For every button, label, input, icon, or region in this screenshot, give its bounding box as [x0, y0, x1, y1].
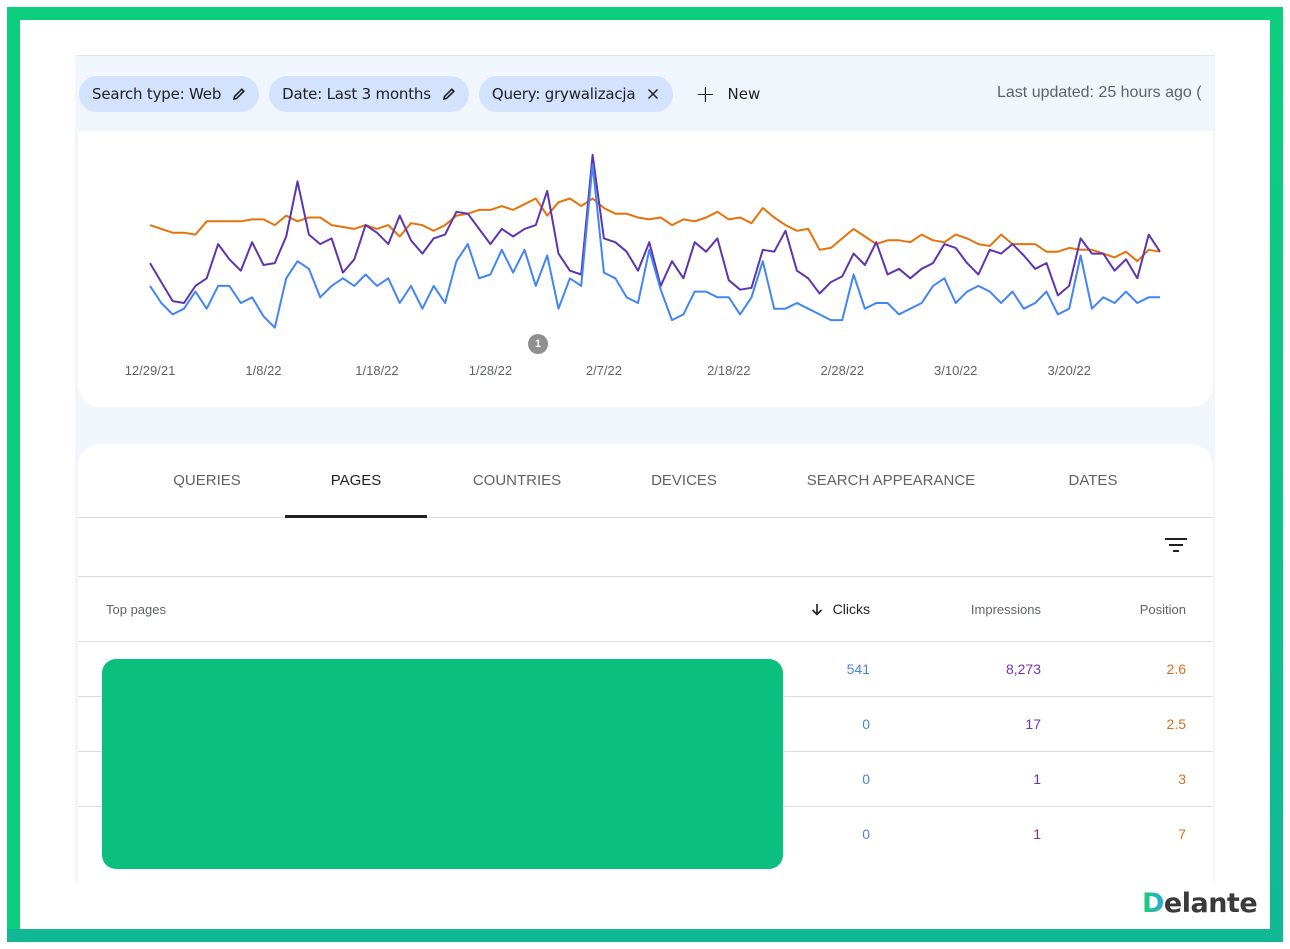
redaction-overlay — [102, 659, 783, 869]
x-tick-label: 1/18/22 — [355, 363, 399, 378]
x-tick-label: 3/20/22 — [1047, 363, 1091, 378]
chip-label: Date: Last 3 months — [282, 85, 431, 103]
column-header-top-pages[interactable]: Top pages — [106, 577, 166, 641]
tab-devices[interactable]: DEVICES — [618, 444, 750, 517]
annotation-marker[interactable]: 1 — [528, 334, 548, 354]
x-tick-label: 1/8/22 — [245, 363, 282, 378]
column-header-position[interactable]: Position — [1140, 577, 1186, 641]
position-value: 3 — [1178, 771, 1186, 787]
plus-icon: + — [695, 80, 716, 108]
clicks-value: 0 — [862, 771, 870, 787]
chip-label: Query: grywalizacja — [491, 85, 636, 103]
x-tick-label: 12/29/21 — [124, 363, 176, 378]
series-line-impressions[interactable] — [149, 153, 1161, 304]
last-updated-text: Last updated: 25 hours ago ( — [997, 84, 1202, 101]
tab-queries[interactable]: QUERIES — [133, 444, 281, 517]
x-tick-label: 2/7/22 — [585, 363, 622, 378]
x-tick-label: 2/28/22 — [820, 363, 864, 378]
close-icon[interactable] — [645, 86, 661, 102]
chip-label: Search type: Web — [92, 85, 222, 103]
impressions-value: 1 — [1033, 771, 1041, 787]
filter-chip-date[interactable]: Date: Last 3 months — [269, 76, 469, 112]
impressions-value: 1 — [1033, 826, 1041, 842]
tab-dates[interactable]: DATES — [1033, 444, 1153, 517]
impressions-value: 17 — [1025, 716, 1041, 732]
x-tick-label: 3/10/22 — [934, 363, 978, 378]
series-line-clicks[interactable] — [149, 163, 1160, 329]
dimension-tabs: QUERIES PAGES COUNTRIES DEVICES SEARCH A… — [78, 444, 1213, 518]
clicks-value: 0 — [862, 826, 870, 842]
clicks-value: 541 — [846, 661, 870, 677]
tab-pages[interactable]: PAGES — [285, 444, 427, 518]
pencil-icon[interactable] — [441, 86, 457, 102]
filter-icon[interactable] — [1165, 536, 1187, 554]
clicks-value: 0 — [862, 716, 870, 732]
table-header: Top pages Clicks Impressions Position — [78, 577, 1213, 642]
frame-edge — [7, 929, 1283, 942]
pencil-icon[interactable] — [231, 86, 247, 102]
series-line-position[interactable] — [149, 197, 1161, 263]
logo-text: elante — [1163, 888, 1258, 919]
x-tick-label: 2/18/22 — [707, 363, 751, 378]
new-filter-button[interactable]: + New — [695, 82, 760, 106]
performance-chart: 12/29/21 1/8/22 1/18/22 1/28/22 2/7/22 2/18/2… — [78, 131, 1213, 407]
x-tick-label: 1/28/22 — [468, 363, 513, 378]
column-header-impressions[interactable]: Impressions — [971, 577, 1041, 641]
position-value: 2.6 — [1166, 661, 1186, 677]
tab-countries[interactable]: COUNTRIES — [443, 444, 591, 517]
impressions-value: 8,273 — [1005, 661, 1041, 677]
logo-initial: D — [1142, 888, 1164, 919]
filter-bar: Search type: Web Date: Last 3 months Que… — [79, 76, 760, 112]
position-value: 7 — [1178, 826, 1186, 842]
new-filter-label: New — [727, 85, 761, 103]
table-filter-row — [78, 518, 1213, 577]
column-label: Clicks — [832, 601, 870, 617]
frame-edge — [1270, 7, 1283, 942]
tab-search-appearance[interactable]: SEARCH APPEARANCE — [791, 444, 991, 517]
delante-logo: Delante — [1142, 888, 1258, 919]
filter-chip-query[interactable]: Query: grywalizacja — [478, 76, 674, 112]
column-header-clicks[interactable]: Clicks — [811, 577, 870, 641]
position-value: 2.5 — [1166, 716, 1186, 732]
filter-chip-search-type[interactable]: Search type: Web — [79, 76, 260, 112]
arrow-down-icon — [811, 603, 822, 616]
